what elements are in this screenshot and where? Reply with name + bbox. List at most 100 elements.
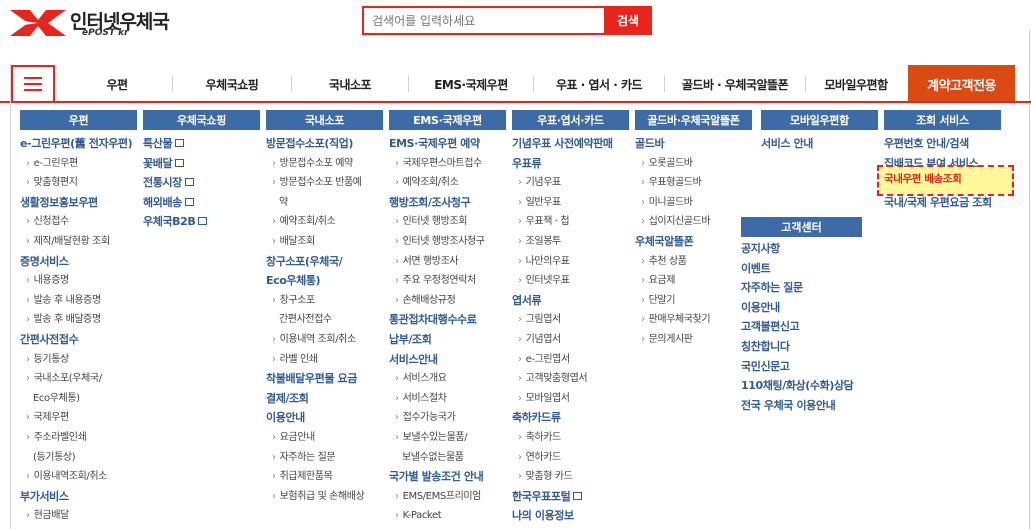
menu-sub-link[interactable]: › 인터넷 행방조회 (389, 212, 506, 232)
menu-category-link[interactable]: 우체국B2B (143, 212, 260, 232)
customer-center-link[interactable]: 고객불편신고 (741, 317, 862, 337)
menu-category-link[interactable]: 국가별 발송조건 안내 (389, 467, 506, 487)
menu-sub-link[interactable]: › 서면 행방조사 (389, 252, 506, 272)
menu-sub-link[interactable]: › 연하카드 (512, 448, 629, 468)
menu-category-link[interactable]: 우체국알뜰폰 (635, 232, 752, 252)
menu-sub-link[interactable]: › 현금배달 (20, 506, 137, 526)
menu-sub-link[interactable]: › 미니골드바 (635, 193, 752, 213)
menu-sub-link[interactable]: › 제작/배달현황 조회 (20, 232, 137, 252)
menu-category-link[interactable]: 행방조회/조사청구 (389, 193, 506, 213)
menu-category-link[interactable]: 축하카드류 (512, 408, 629, 428)
nav-item-post[interactable]: 우편 (62, 65, 172, 103)
menu-sub-link[interactable]: › 축하카드 (512, 428, 629, 448)
menu-sub-link[interactable]: › 라벨 인쇄 (266, 350, 383, 370)
nav-item-ems[interactable]: EMS·국제우편 (409, 65, 533, 103)
menu-sub-link[interactable]: › 나만의우표 (512, 252, 629, 272)
menu-category-link[interactable]: 방문접수소포(직업) (266, 134, 383, 154)
menu-sub-link-continuation[interactable]: 간편사전접수 (266, 310, 383, 330)
menu-sub-link[interactable]: › 단말기 (635, 291, 752, 311)
menu-category-link[interactable]: Eco우체통) (266, 271, 383, 291)
menu-column-header[interactable]: EMS·국제우편 (389, 110, 506, 130)
menu-sub-link[interactable]: › 추천 상품 (635, 252, 752, 272)
menu-sub-link[interactable]: › 이용내역조회/취소 (20, 467, 137, 487)
menu-category-link[interactable]: 서비스 안내 (761, 134, 878, 154)
menu-category-link[interactable]: 기념우표 사전예약판매 (512, 134, 629, 154)
menu-sub-link[interactable]: › 방문접수소포 반품예 (266, 173, 383, 193)
customer-center-link[interactable]: 이벤트 (741, 259, 862, 279)
menu-sub-link[interactable]: › 발송 후 내용증명 (20, 291, 137, 311)
menu-sub-link[interactable]: › 오롯골드바 (635, 154, 752, 174)
menu-sub-link[interactable]: › 서비스개요 (389, 369, 506, 389)
menu-sub-link[interactable]: › 창구소포 (266, 291, 383, 311)
menu-sub-link[interactable]: › 서비스절차 (389, 389, 506, 409)
menu-sub-link[interactable]: › 내용증명 (20, 271, 137, 291)
menu-category-link[interactable]: 엽서류 (512, 291, 629, 311)
customer-center-link[interactable]: 전국 우체국 이용안내 (741, 396, 862, 416)
menu-category-link[interactable]: 증명서비스 (20, 252, 137, 272)
search-button[interactable]: 검색 (604, 6, 652, 35)
menu-sub-link[interactable]: › 예약조회/취소 (266, 212, 383, 232)
nav-item-mobile-mailbox[interactable]: 모바일우편함 (806, 65, 906, 103)
menu-sub-link[interactable]: › 요금안내 (266, 428, 383, 448)
menu-sub-link[interactable]: › 취급제한품목 (266, 467, 383, 487)
customer-center-link[interactable]: 칭찬합니다 (741, 337, 862, 357)
domestic-tracking-link[interactable]: 국내우편 배송조회 (884, 171, 962, 186)
menu-category-link[interactable]: EMS·국제우편 예약 (389, 134, 506, 154)
menu-sub-link[interactable]: › 보험취급 및 손해배상 (266, 487, 383, 507)
menu-sub-link-continuation[interactable]: 약 (266, 193, 383, 213)
customer-center-link[interactable]: 110채팅/화상(수화)상담 (741, 376, 862, 396)
menu-sub-link[interactable]: › e-그린엽서 (512, 350, 629, 370)
menu-sub-link[interactable]: › 자주하는 질문 (266, 448, 383, 468)
menu-category-link[interactable]: 생활정보홍보우편 (20, 193, 137, 213)
menu-sub-link[interactable]: › 배달조회 (266, 232, 383, 252)
menu-sub-link[interactable]: › 방문접수소포 예약 (266, 154, 383, 174)
menu-sub-link[interactable]: › 십이지신골드바 (635, 212, 752, 232)
customer-center-link[interactable]: 이용안내 (741, 298, 862, 318)
menu-category-link[interactable]: 간편사전접수 (20, 330, 137, 350)
customer-center-link[interactable]: 공지사항 (741, 239, 862, 259)
menu-category-link[interactable]: 전통시장 (143, 173, 260, 193)
menu-icon[interactable] (11, 65, 55, 103)
menu-sub-link[interactable]: › 판매우체국찾기 (635, 310, 752, 330)
menu-category-link[interactable]: 우표류 (512, 154, 629, 174)
menu-sub-link-continuation[interactable]: (등기통상) (20, 448, 137, 468)
menu-category-link[interactable]: 한국우표포털 (512, 487, 629, 507)
menu-sub-link[interactable]: › 조일봉투 (512, 232, 629, 252)
nav-item-stamps[interactable]: 우표 · 엽서 · 카드 (534, 65, 664, 103)
menu-category-link[interactable]: 창구소포(우체국/ (266, 252, 383, 272)
nav-item-shopping[interactable]: 우체국쇼핑 (173, 65, 291, 103)
menu-sub-link[interactable]: › 고객맞춤형엽서 (512, 369, 629, 389)
customer-center-link[interactable]: 국민신문고 (741, 357, 862, 377)
search-input[interactable] (362, 6, 604, 35)
menu-category-link[interactable]: 특산물 (143, 134, 260, 154)
menu-sub-link[interactable]: › 등기통상 (20, 350, 137, 370)
menu-sub-link-continuation[interactable]: 보낼수없는물품 (389, 448, 506, 468)
menu-sub-link[interactable]: › 맞춤형 카드 (512, 467, 629, 487)
menu-sub-link[interactable]: › 그림엽서 (512, 310, 629, 330)
menu-sub-link[interactable]: › K-Packet (389, 506, 506, 526)
menu-sub-link[interactable]: › 예약조회/취소 (389, 173, 506, 193)
menu-category-link[interactable]: 해외배송 (143, 193, 260, 213)
menu-sub-link[interactable]: › 보낼수있는물품/ (389, 428, 506, 448)
menu-column-header[interactable]: 우편 (20, 110, 137, 130)
menu-category-link[interactable]: 통관접차대행수수료 (389, 310, 506, 330)
menu-sub-link[interactable]: › e-그린우편 (20, 154, 137, 174)
menu-category-link[interactable]: 우편번호 안내/검색 (884, 134, 1001, 154)
menu-column-header[interactable]: 국내소포 (266, 110, 383, 130)
logo[interactable]: 인터넷우체국 ePOST kr (10, 7, 180, 38)
menu-column-header[interactable]: 우표·엽서·카드 (512, 110, 629, 130)
menu-category-link[interactable]: e-그린우편(舊 전자우편) (20, 134, 137, 154)
menu-category-link[interactable]: 나의 이용정보 (512, 506, 629, 526)
menu-category-link[interactable]: 부가서비스 (20, 487, 137, 507)
menu-sub-link[interactable]: › 국내소포(우체국/ (20, 369, 137, 389)
menu-sub-link[interactable]: › 접수가능국가 (389, 408, 506, 428)
menu-category-link[interactable]: 서비스안내 (389, 350, 506, 370)
menu-category-link[interactable]: 납부/조회 (389, 330, 506, 350)
menu-sub-link[interactable]: › 주요 우정청연락처 (389, 271, 506, 291)
menu-sub-link[interactable]: › 이용내역 조회/취소 (266, 330, 383, 350)
menu-sub-link[interactable]: › 손해배상규정 (389, 291, 506, 311)
menu-sub-link[interactable]: › 국제우편 (20, 408, 137, 428)
menu-category-link[interactable]: 이용안내 (266, 408, 383, 428)
menu-column-header[interactable]: 우체국쇼핑 (143, 110, 260, 130)
menu-column-header[interactable]: 모바일우편함 (761, 110, 878, 130)
